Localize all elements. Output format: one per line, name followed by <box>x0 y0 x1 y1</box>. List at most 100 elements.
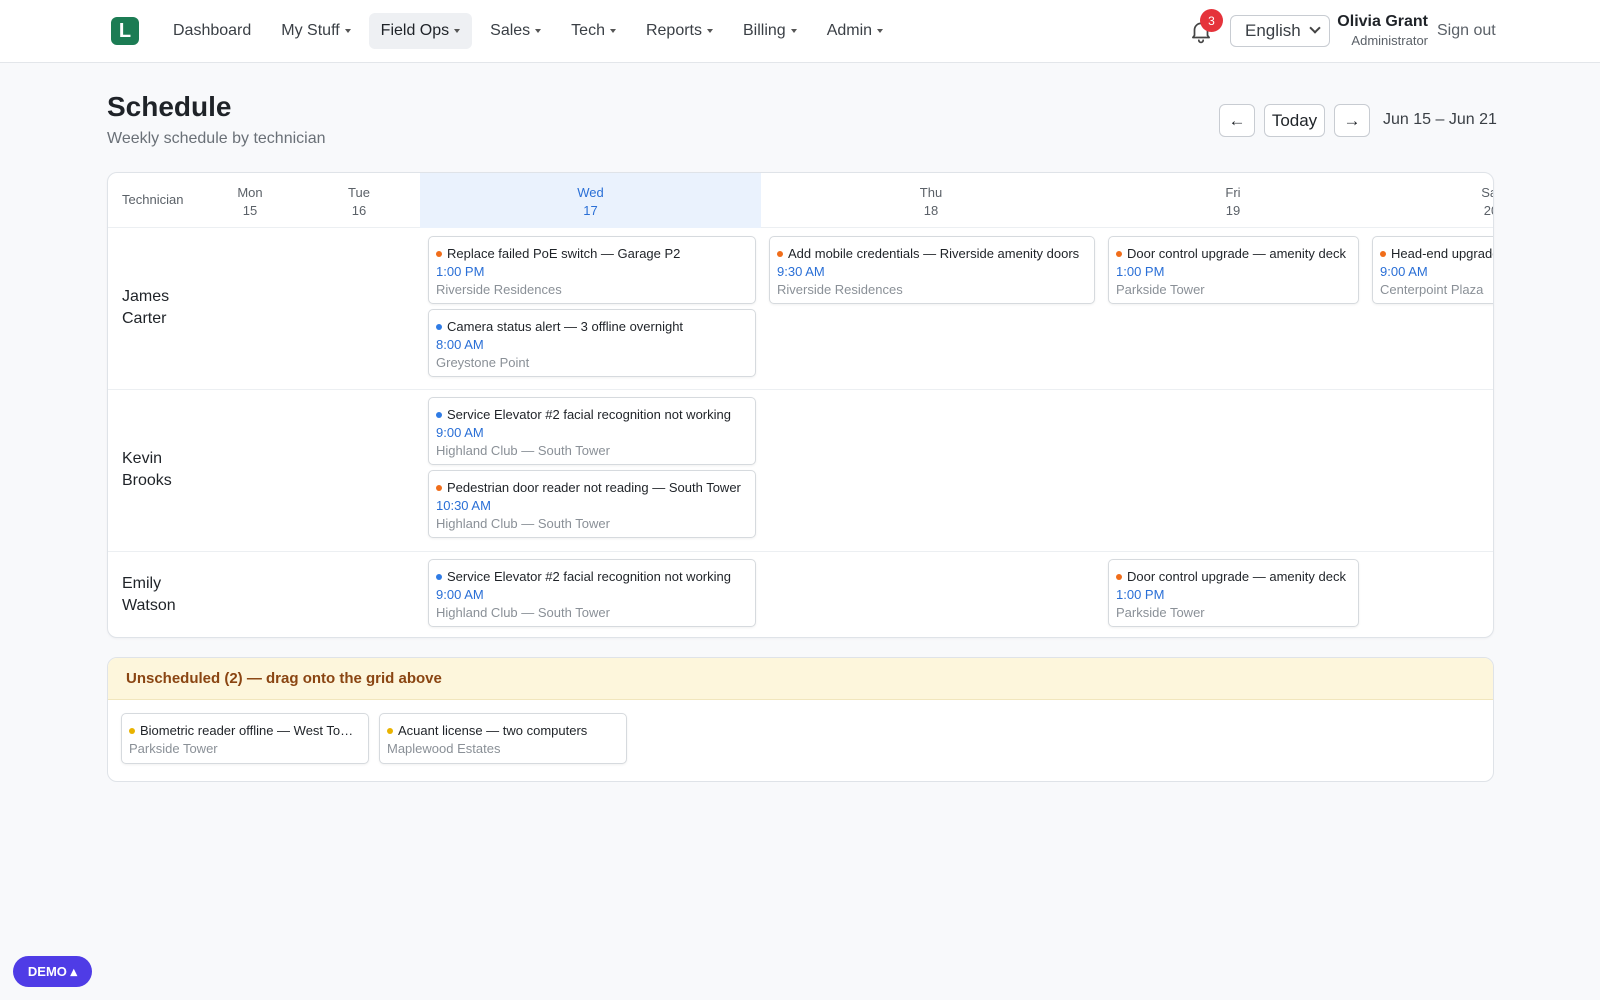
user-role: Administrator <box>1351 33 1428 48</box>
previous-week-button[interactable]: ← <box>1219 104 1255 137</box>
demo-toggle-button[interactable]: DEMO ▴ <box>13 956 92 987</box>
caret-down-icon <box>790 29 797 33</box>
job-site: Greystone Point <box>436 355 530 370</box>
priority-dot-icon <box>436 324 442 330</box>
caret-down-icon <box>344 29 351 33</box>
technician-row: James Carter Replace failed PoE switch —… <box>108 228 1493 390</box>
nav-reports[interactable]: Reports <box>634 13 725 49</box>
job-title: Service Elevator #2 facial recognition n… <box>447 407 731 422</box>
technician-column-header: Technician <box>122 192 184 207</box>
day-header-mon: Mon 15 <box>210 173 290 228</box>
main-nav: Dashboard My Stuff Field Ops Sales Tech … <box>161 13 895 49</box>
page-title: Schedule <box>107 91 232 122</box>
job-site: Highland Club — South Tower <box>436 605 610 620</box>
day-date: 19 <box>1225 203 1241 218</box>
caret-down-icon <box>707 29 713 33</box>
nav-dashboard[interactable]: Dashboard <box>161 13 263 49</box>
next-week-button[interactable]: → <box>1334 104 1370 137</box>
nav-billing[interactable]: Billing <box>731 13 809 49</box>
nav-tech[interactable]: Tech <box>559 13 628 49</box>
nav-field-ops[interactable]: Field Ops <box>368 13 473 49</box>
day-header-thu: Thu 18 <box>761 173 1101 228</box>
schedule-grid: Technician Mon 15 Tue 16 Wed 17 Thu 18 F… <box>107 172 1494 638</box>
day-date: 20 <box>1483 203 1493 218</box>
nav-label: Field Ops <box>380 22 450 39</box>
technician-first-name: James <box>122 288 170 305</box>
caret-down-icon <box>454 29 461 33</box>
chevron-down-icon <box>1309 22 1321 34</box>
job-site: Riverside Residences <box>436 282 562 297</box>
sign-out-link[interactable]: Sign out <box>1437 22 1496 40</box>
job-time: 1:00 PM <box>1116 264 1165 279</box>
priority-dot-icon <box>436 251 442 257</box>
nav-my-stuff[interactable]: My Stuff <box>269 13 362 49</box>
technician-name: Emily Watson <box>122 573 212 617</box>
priority-dot-icon <box>777 251 783 257</box>
language-select[interactable]: English <box>1230 15 1330 47</box>
nav-admin[interactable]: Admin <box>815 13 895 49</box>
unscheduled-heading: Unscheduled (2) — drag onto the grid abo… <box>108 658 1493 700</box>
job-card[interactable]: Replace failed PoE switch — Garage P2 1:… <box>428 236 756 304</box>
priority-dot-icon <box>1380 251 1386 257</box>
job-site: Highland Club — South Tower <box>436 516 610 531</box>
unscheduled-job-card[interactable]: Biometric reader offline — West Tower Pa… <box>121 713 369 764</box>
job-card[interactable]: Add mobile credentials — Riverside ameni… <box>769 236 1095 304</box>
priority-dot-icon <box>1116 574 1122 580</box>
job-card[interactable]: Pedestrian door reader not reading — Sou… <box>428 470 756 538</box>
top-navbar: L Dashboard My Stuff Field Ops Sales Tec… <box>0 0 1600 63</box>
job-title: Head-end upgrade <box>1391 246 1494 261</box>
job-site: Centerpoint Plaza <box>1380 282 1484 297</box>
job-card[interactable]: Service Elevator #2 facial recognition n… <box>428 397 756 465</box>
job-title: Biometric reader offline — West Tower <box>140 723 361 738</box>
date-range-label: Jun 15 – Jun 21 <box>1383 111 1497 128</box>
day-date: 16 <box>351 203 367 218</box>
unscheduled-panel: Unscheduled (2) — drag onto the grid abo… <box>107 657 1494 782</box>
day-date: 17 <box>583 203 598 218</box>
job-title: Replace failed PoE switch — Garage P2 <box>447 246 681 261</box>
job-site: Riverside Residences <box>777 282 903 297</box>
job-title: Add mobile credentials — Riverside ameni… <box>788 246 1080 261</box>
job-title: Camera status alert — 3 offline overnigh… <box>447 319 684 334</box>
nav-label: Admin <box>826 22 873 39</box>
day-header-wed: Wed 17 <box>420 173 761 228</box>
day-date: 15 <box>242 203 258 218</box>
notification-badge: 3 <box>1200 9 1223 32</box>
nav-label: Billing <box>743 22 786 39</box>
unscheduled-job-card[interactable]: Acuant license — two computers Maplewood… <box>379 713 627 764</box>
job-site: Parkside Tower <box>1116 282 1205 297</box>
day-header-tue: Tue 16 <box>319 173 399 228</box>
job-card[interactable]: Door control upgrade — amenity deck 1:00… <box>1108 236 1359 304</box>
job-site: Parkside Tower <box>1116 605 1205 620</box>
technician-first-name: Kevin <box>122 450 163 467</box>
page-subtitle: Weekly schedule by technician <box>107 130 326 147</box>
logo-letter: L <box>118 20 132 42</box>
caret-down-icon <box>609 29 616 33</box>
day-name: Mon <box>237 185 263 200</box>
technician-first-name: Emily <box>122 575 162 592</box>
technician-last-name: Watson <box>122 597 176 614</box>
nav-sales[interactable]: Sales <box>478 13 553 49</box>
nav-label: Reports <box>645 22 702 39</box>
job-title: Door control upgrade — amenity deck <box>1127 569 1346 584</box>
job-card[interactable]: Door control upgrade — amenity deck 1:00… <box>1108 559 1359 627</box>
job-title: Door control upgrade — amenity deck <box>1127 246 1346 261</box>
caret-down-icon <box>535 29 542 33</box>
job-card[interactable]: Camera status alert — 3 offline overnigh… <box>428 309 756 377</box>
priority-dot-icon <box>436 412 442 418</box>
day-date: 18 <box>923 203 939 218</box>
caret-down-icon <box>877 29 884 33</box>
today-button[interactable]: Today <box>1264 104 1325 137</box>
priority-dot-icon <box>129 728 135 734</box>
grid-header-row: Technician Mon 15 Tue 16 Wed 17 Thu 18 F… <box>108 173 1493 228</box>
technician-last-name: Carter <box>122 310 167 327</box>
job-time: 9:30 AM <box>777 264 825 279</box>
app-logo[interactable]: L <box>111 17 139 45</box>
job-time: 9:00 AM <box>1380 264 1428 279</box>
priority-dot-icon <box>1116 251 1122 257</box>
priority-dot-icon <box>387 728 393 734</box>
job-card[interactable]: Head-end upgrade 9:00 AM Centerpoint Pla… <box>1372 236 1494 304</box>
day-name: Sat <box>1481 185 1493 200</box>
job-time: 1:00 PM <box>436 264 485 279</box>
technician-name: Kevin Brooks <box>122 448 212 492</box>
job-card[interactable]: Service Elevator #2 facial recognition n… <box>428 559 756 627</box>
